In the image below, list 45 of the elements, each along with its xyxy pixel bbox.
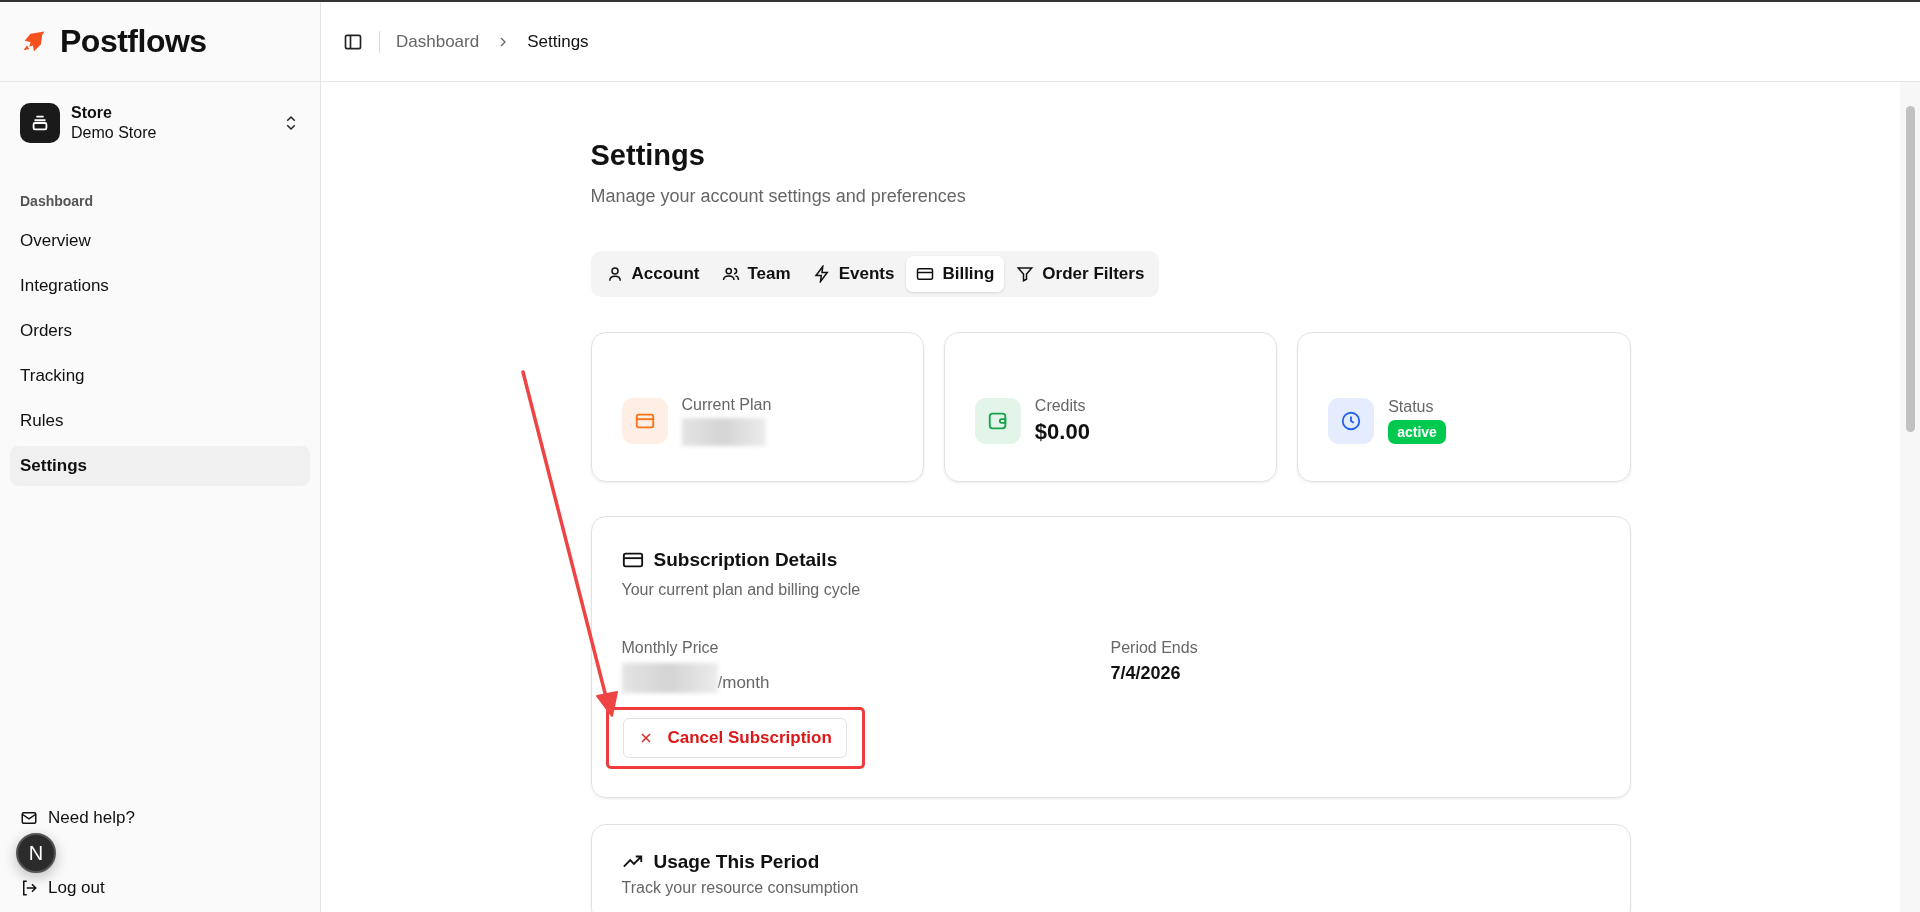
sidebar-item[interactable]: Integrations bbox=[10, 266, 310, 306]
logout-icon bbox=[20, 879, 38, 897]
sidebar-item[interactable]: Rules bbox=[10, 401, 310, 441]
store-switcher[interactable]: Store Demo Store bbox=[20, 102, 300, 144]
tab[interactable]: Account bbox=[595, 256, 710, 292]
status-badge: active bbox=[1388, 420, 1446, 444]
stat-label: Credits bbox=[1034, 397, 1087, 415]
section-label: Dashboard bbox=[20, 193, 95, 209]
dev-indicator-button[interactable]: N bbox=[16, 833, 56, 873]
field-label: Period Ends bbox=[1110, 639, 1199, 657]
tab[interactable]: Order Filters bbox=[1006, 256, 1155, 292]
stat-label: Status bbox=[1388, 398, 1435, 416]
field-value: 7/4/2026 bbox=[1110, 663, 1182, 684]
card-subtitle: Your current plan and billing cycle bbox=[621, 581, 862, 599]
sidebar-item[interactable]: Overview bbox=[10, 221, 310, 261]
breadcrumb-link[interactable]: Dashboard bbox=[396, 31, 480, 52]
sidebar-link[interactable]: Need help? bbox=[48, 808, 135, 828]
tab[interactable]: Team bbox=[711, 256, 801, 292]
card-title: Subscription Details bbox=[653, 549, 838, 571]
stat-label: Current Plan bbox=[681, 396, 772, 414]
card-icon bbox=[916, 265, 935, 283]
sidebar-item[interactable]: Orders bbox=[10, 311, 310, 351]
card-subtitle: Track your resource consumption bbox=[621, 879, 860, 897]
breadcrumb-link[interactable]: Settings bbox=[527, 31, 589, 52]
page-subtitle: Manage your account settings and preferences bbox=[590, 186, 967, 207]
stat-value: $0.00 bbox=[1034, 419, 1090, 445]
store-name: Demo Store bbox=[71, 123, 158, 143]
field-label: Monthly Price bbox=[621, 639, 720, 657]
cancel-subscription-button[interactable]: Cancel Subscription bbox=[622, 718, 847, 758]
lightning-icon bbox=[812, 265, 831, 283]
mail-icon bbox=[20, 809, 38, 827]
field-value: /month bbox=[717, 673, 770, 693]
sidebar-item[interactable]: Settings bbox=[10, 446, 310, 486]
brand-name: Postflows bbox=[60, 23, 207, 60]
tab[interactable]: Events bbox=[802, 256, 905, 292]
scrollbar[interactable] bbox=[1900, 82, 1920, 912]
tab[interactable]: Billing bbox=[906, 256, 1005, 292]
store-label: Store bbox=[71, 103, 113, 123]
sidebar-item[interactable]: Tracking bbox=[10, 356, 310, 396]
filter-icon bbox=[1016, 265, 1035, 283]
page-title: Settings bbox=[590, 139, 706, 172]
users-icon bbox=[721, 265, 740, 283]
card-title: Usage This Period bbox=[653, 851, 820, 873]
store-icon bbox=[20, 103, 60, 143]
sidebar-link[interactable]: Log out bbox=[48, 878, 105, 898]
